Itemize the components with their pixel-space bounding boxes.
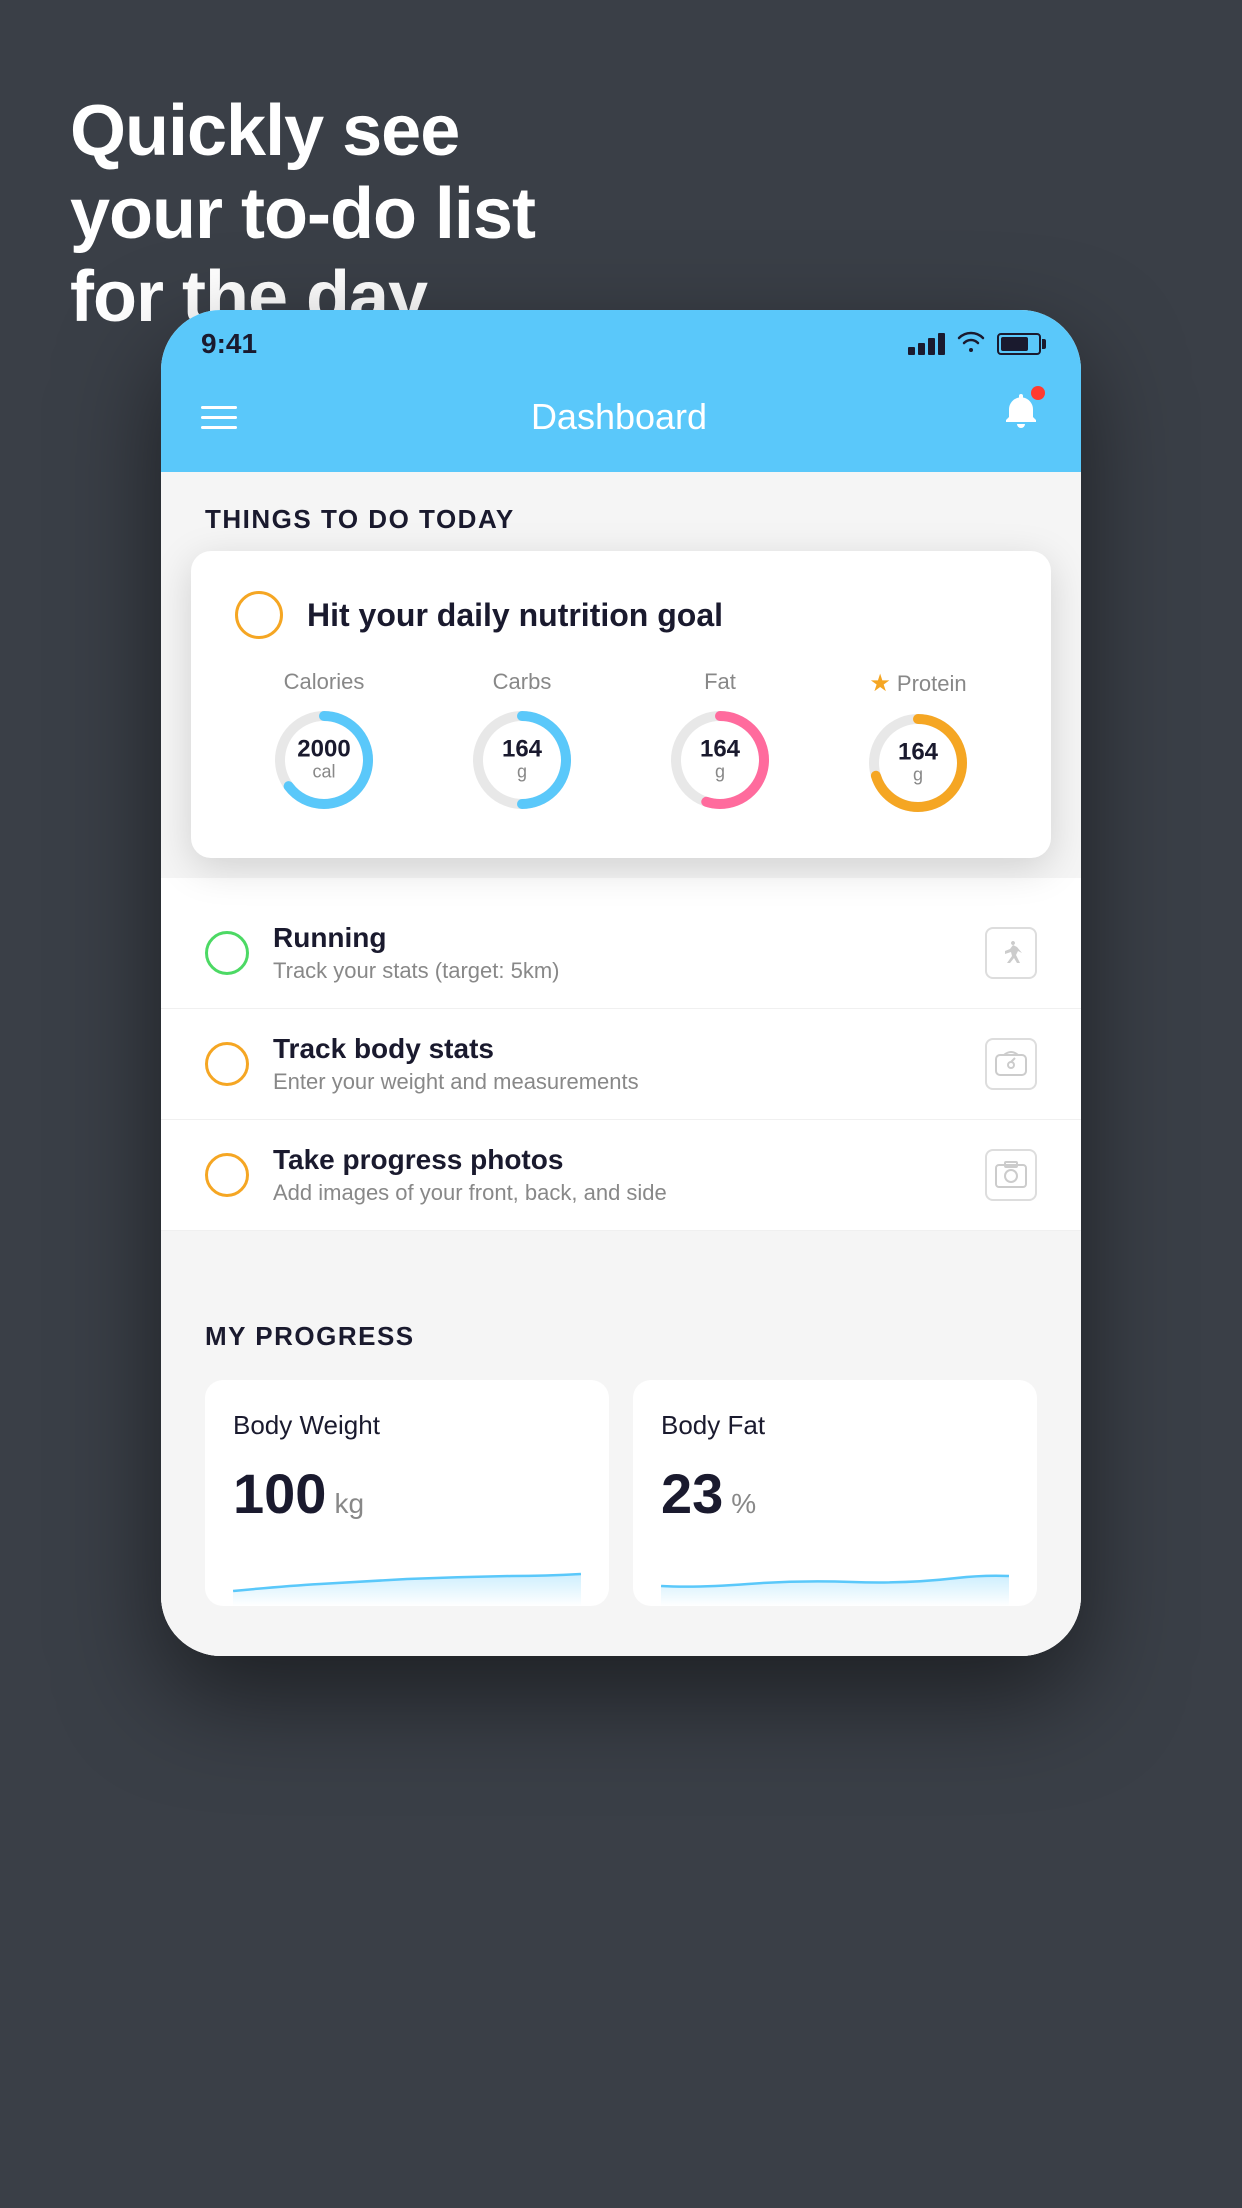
- running-title: Running: [273, 922, 961, 954]
- protein-donut: 164 g: [863, 708, 973, 818]
- headline-line2: your to-do list: [70, 173, 535, 256]
- protein-unit: g: [898, 765, 938, 786]
- nutrition-title: Hit your daily nutrition goal: [307, 597, 723, 634]
- body-weight-unit: kg: [334, 1488, 364, 1520]
- stat-protein: ★ Protein 164 g: [863, 669, 973, 818]
- body-stats-subtitle: Enter your weight and measurements: [273, 1069, 961, 1095]
- protein-label: ★ Protein: [869, 669, 966, 698]
- todo-item-photos[interactable]: Take progress photos Add images of your …: [161, 1120, 1081, 1231]
- headline-line1: Quickly see: [70, 90, 535, 173]
- status-time: 9:41: [201, 328, 257, 360]
- running-subtitle: Track your stats (target: 5km): [273, 958, 961, 984]
- nutrition-checkbox[interactable]: [235, 591, 283, 639]
- nutrition-card-header: Hit your daily nutrition goal: [235, 591, 1007, 639]
- body-stats-text: Track body stats Enter your weight and m…: [273, 1033, 961, 1095]
- calories-value: 2000: [297, 738, 350, 762]
- photo-icon: [985, 1149, 1037, 1201]
- stat-fat: Fat 164 g: [665, 669, 775, 818]
- carbs-unit: g: [502, 762, 542, 783]
- phone: 9:41: [161, 310, 1081, 1656]
- stat-carbs: Carbs 164 g: [467, 669, 577, 818]
- body-weight-chart: [233, 1546, 581, 1606]
- body-weight-value: 100: [233, 1461, 326, 1526]
- dashboard-content: THINGS TO DO TODAY Hit your daily nutrit…: [161, 472, 1081, 1656]
- body-stats-title: Track body stats: [273, 1033, 961, 1065]
- body-fat-value-row: 23 %: [661, 1461, 1009, 1526]
- bell-icon[interactable]: [1001, 390, 1041, 444]
- header-title: Dashboard: [531, 396, 707, 438]
- hamburger-menu-icon[interactable]: [201, 406, 237, 429]
- calories-donut: 2000 cal: [269, 705, 379, 815]
- carbs-label: Carbs: [493, 669, 552, 695]
- body-fat-card[interactable]: Body Fat 23 %: [633, 1380, 1037, 1606]
- scale-icon: [985, 1038, 1037, 1090]
- photos-subtitle: Add images of your front, back, and side: [273, 1180, 961, 1206]
- todo-item-body-stats[interactable]: Track body stats Enter your weight and m…: [161, 1009, 1081, 1120]
- running-checkbox[interactable]: [205, 931, 249, 975]
- status-icons: [908, 330, 1041, 358]
- calories-unit: cal: [297, 762, 350, 783]
- protein-value: 164: [898, 741, 938, 765]
- fat-donut: 164 g: [665, 705, 775, 815]
- photos-checkbox[interactable]: [205, 1153, 249, 1197]
- photos-text: Take progress photos Add images of your …: [273, 1144, 961, 1206]
- body-stats-checkbox[interactable]: [205, 1042, 249, 1086]
- fat-value: 164: [700, 738, 740, 762]
- wifi-icon: [957, 330, 985, 358]
- protein-star-icon: ★: [869, 669, 891, 698]
- fat-unit: g: [700, 762, 740, 783]
- body-fat-chart: [661, 1546, 1009, 1606]
- app-header: Dashboard: [161, 370, 1081, 472]
- body-weight-value-row: 100 kg: [233, 1461, 581, 1526]
- carbs-value: 164: [502, 738, 542, 762]
- body-fat-unit: %: [731, 1488, 756, 1520]
- nutrition-card[interactable]: Hit your daily nutrition goal Calories: [191, 551, 1051, 858]
- progress-cards-row: Body Weight 100 kg: [205, 1380, 1037, 1606]
- battery-icon: [997, 333, 1041, 355]
- status-bar: 9:41: [161, 310, 1081, 370]
- nutrition-stats: Calories 2000 cal: [235, 669, 1007, 818]
- calories-label: Calories: [284, 669, 365, 695]
- fat-label: Fat: [704, 669, 736, 695]
- stat-calories: Calories 2000 cal: [269, 669, 379, 818]
- running-text: Running Track your stats (target: 5km): [273, 922, 961, 984]
- body-weight-title: Body Weight: [233, 1410, 581, 1441]
- body-weight-card[interactable]: Body Weight 100 kg: [205, 1380, 609, 1606]
- things-to-do-title: THINGS TO DO TODAY: [205, 504, 1037, 535]
- running-icon: [985, 927, 1037, 979]
- signal-icon: [908, 333, 945, 355]
- body-fat-value: 23: [661, 1461, 723, 1526]
- things-to-do-section: THINGS TO DO TODAY: [161, 472, 1081, 551]
- photos-title: Take progress photos: [273, 1144, 961, 1176]
- carbs-donut: 164 g: [467, 705, 577, 815]
- todo-list: Running Track your stats (target: 5km): [161, 878, 1081, 1231]
- headline: Quickly see your to-do list for the day.: [70, 90, 535, 338]
- todo-item-running[interactable]: Running Track your stats (target: 5km): [161, 898, 1081, 1009]
- body-fat-title: Body Fat: [661, 1410, 1009, 1441]
- my-progress-title: MY PROGRESS: [205, 1321, 1037, 1352]
- phone-wrapper: 9:41: [161, 310, 1081, 1656]
- my-progress-section: MY PROGRESS Body Weight 100 kg: [161, 1281, 1081, 1626]
